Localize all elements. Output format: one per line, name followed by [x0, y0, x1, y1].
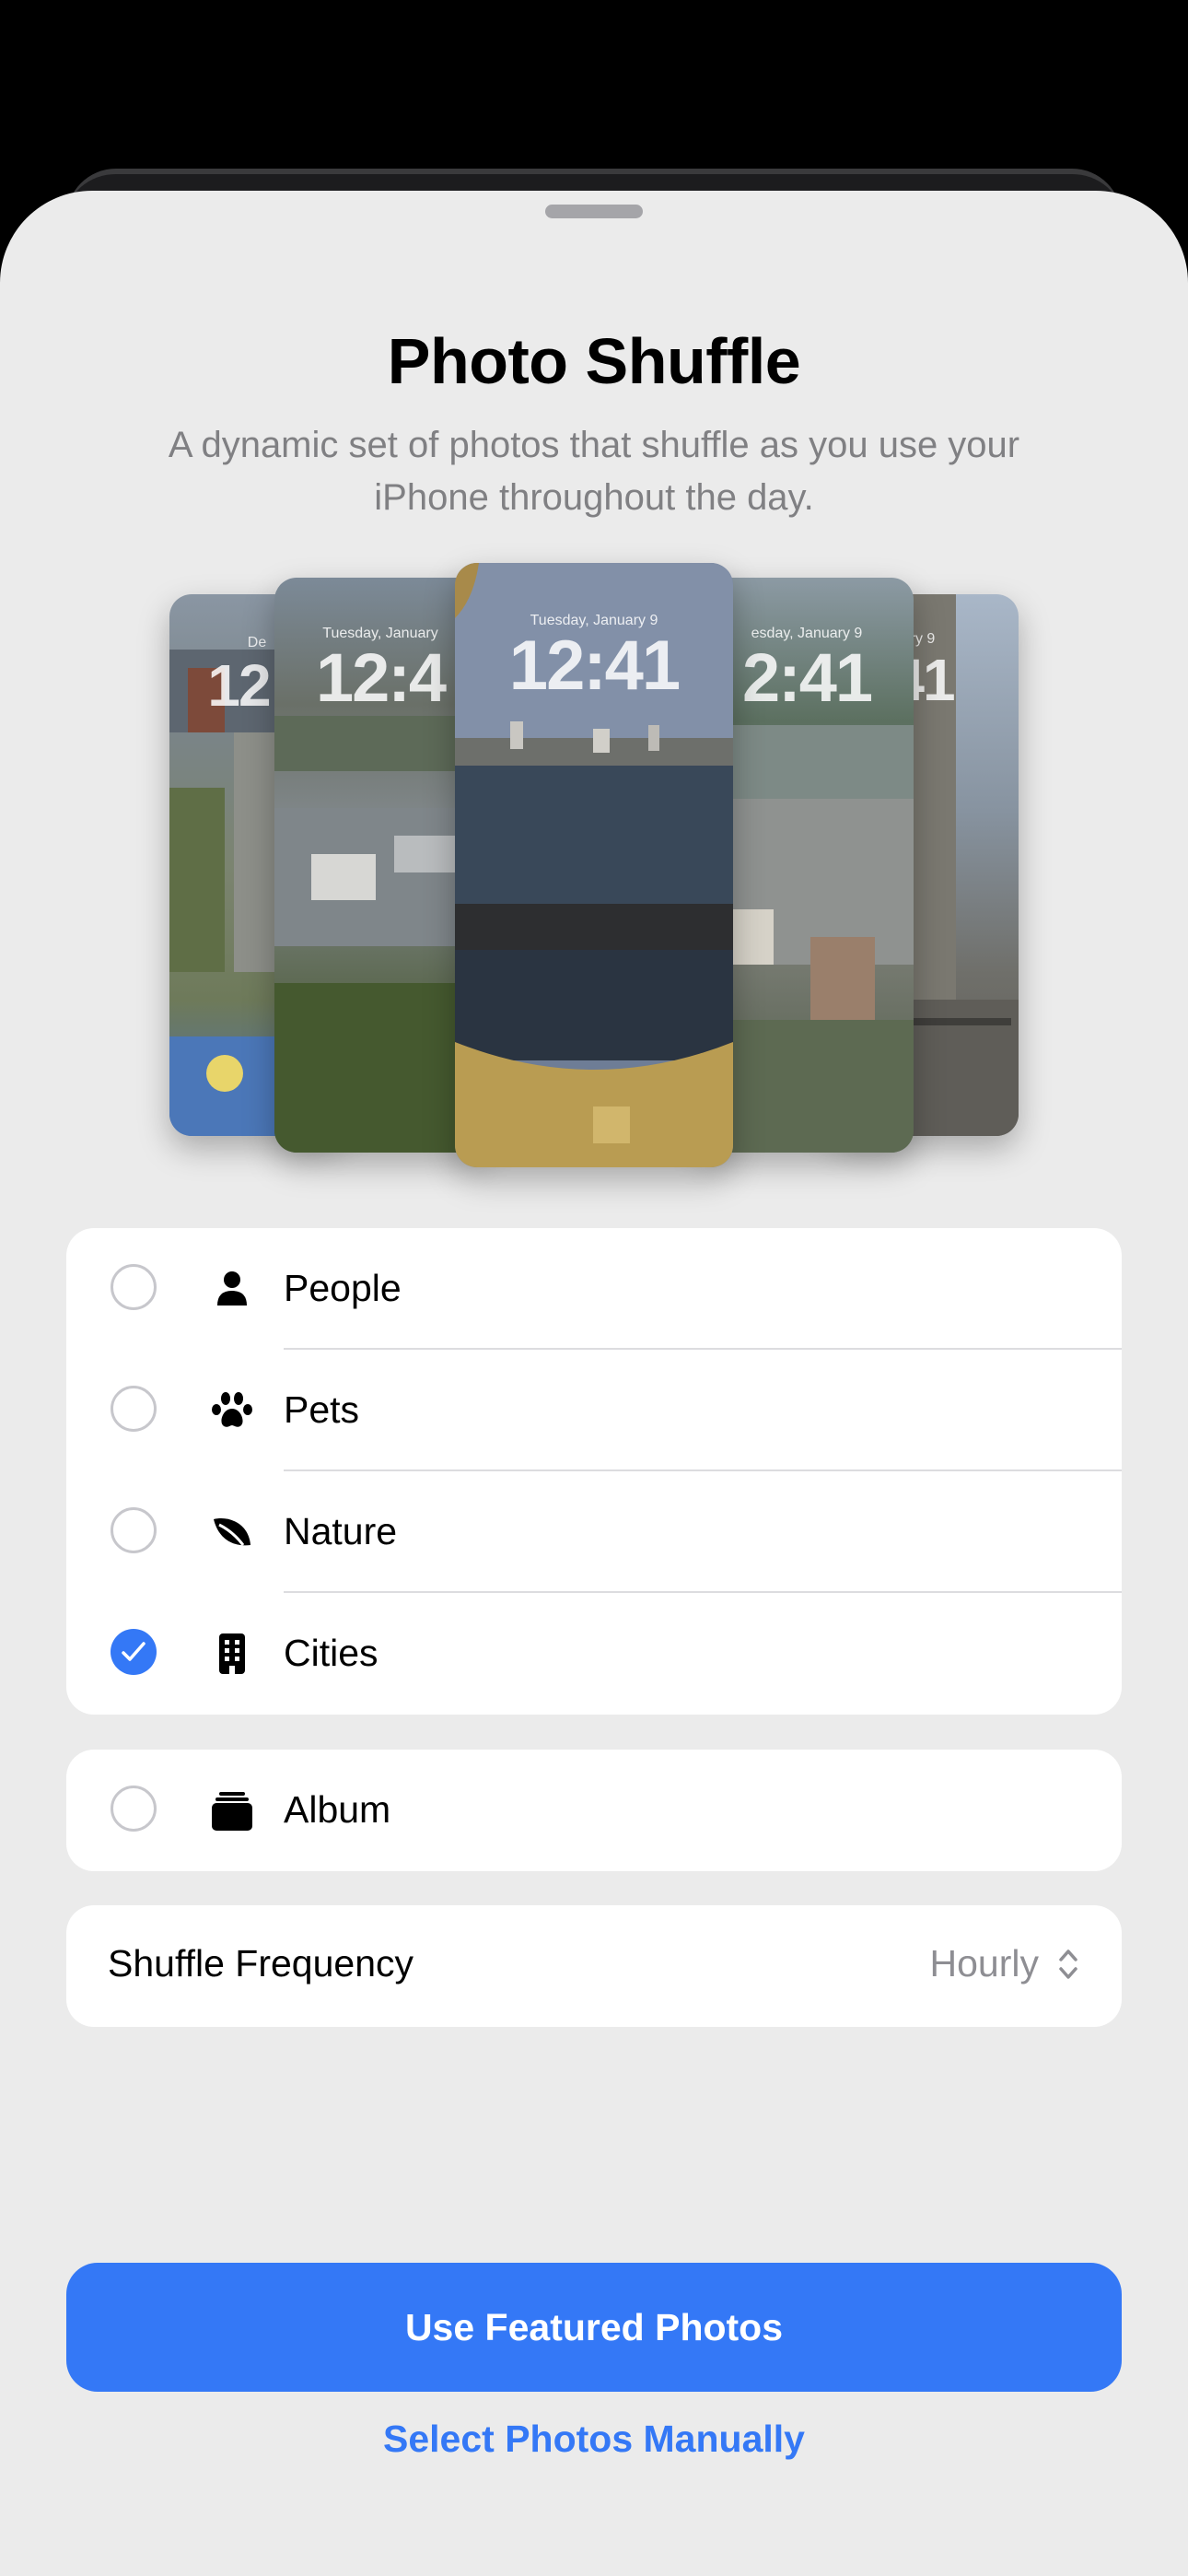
checkmark-icon	[122, 1642, 146, 1661]
category-row-nature[interactable]: Nature	[66, 1471, 1122, 1593]
category-label: Pets	[284, 1388, 360, 1431]
wallpaper-preview-center: Tuesday, January 9 12:41	[455, 563, 733, 1167]
album-label: Album	[284, 1788, 391, 1831]
radio-button[interactable]	[111, 1786, 157, 1832]
select-photos-manually-link[interactable]: Select Photos Manually	[0, 2418, 1188, 2461]
album-group: Album	[66, 1750, 1122, 1871]
photo-shuffle-sheet: Photo Shuffle A dynamic set of photos th…	[0, 191, 1188, 2576]
category-label: Cities	[284, 1632, 379, 1674]
album-row[interactable]: Album	[66, 1750, 1122, 1871]
radio-button[interactable]	[111, 1386, 157, 1432]
radio-button[interactable]	[111, 1264, 157, 1310]
category-row-people[interactable]: People	[66, 1228, 1122, 1350]
category-label: People	[284, 1267, 402, 1309]
shuffle-frequency-label: Shuffle Frequency	[108, 1942, 414, 1985]
category-label: Nature	[284, 1510, 398, 1552]
use-featured-photos-button[interactable]: Use Featured Photos	[66, 2263, 1122, 2392]
radio-button[interactable]	[111, 1507, 157, 1553]
category-row-pets[interactable]: Pets	[66, 1350, 1122, 1471]
preview-time: 12:41	[508, 626, 681, 705]
chevron-up-down-icon[interactable]	[1057, 1946, 1079, 1983]
shuffle-frequency-value[interactable]: Hourly	[930, 1942, 1039, 1985]
category-list: People Pets Nature Cities	[66, 1228, 1122, 1715]
category-row-cities[interactable]: Cities	[66, 1593, 1122, 1715]
pawprint-icon	[212, 1392, 252, 1427]
radio-button-checked[interactable]	[111, 1629, 157, 1675]
building-icon	[219, 1633, 245, 1674]
leaf-icon	[214, 1518, 250, 1546]
shuffle-frequency-row[interactable]: Shuffle Frequency Hourly	[66, 1905, 1122, 2027]
person-icon	[217, 1271, 247, 1306]
album-stack-icon	[212, 1792, 252, 1831]
wallpaper-preview-stack: De 12 Tuesday, January 12:4 ry 9 41 esda…	[0, 191, 1188, 1204]
